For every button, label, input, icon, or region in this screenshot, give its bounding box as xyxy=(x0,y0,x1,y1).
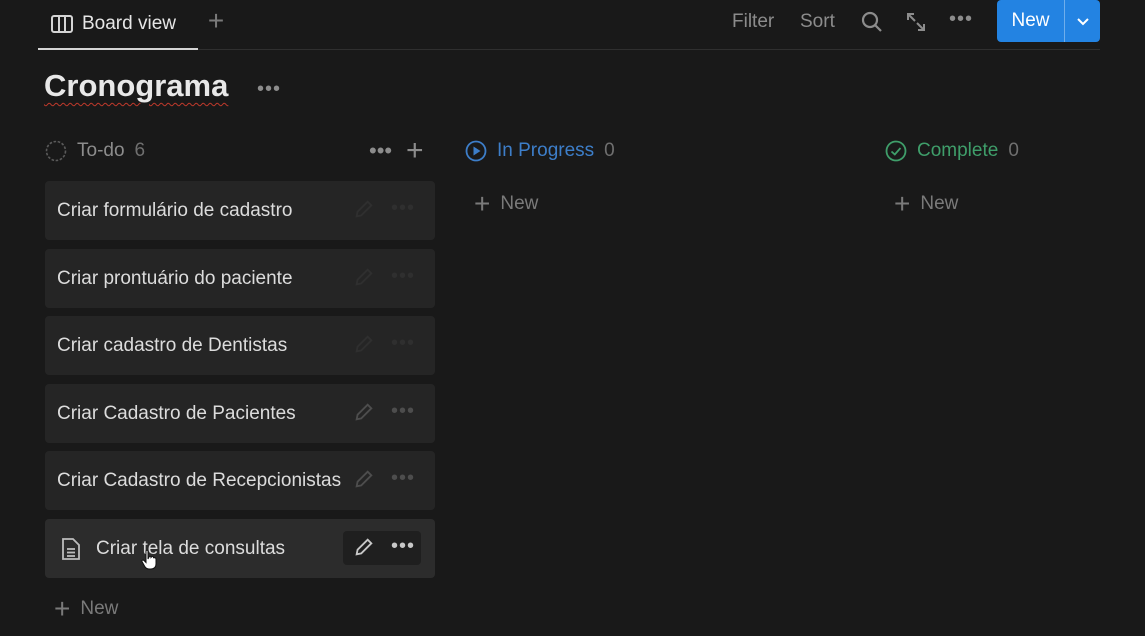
column-add-icon[interactable]: + xyxy=(406,134,424,168)
in-progress-status-icon xyxy=(465,140,487,162)
pencil-icon[interactable] xyxy=(353,536,375,558)
complete-status-icon xyxy=(885,140,907,162)
todo-status-icon xyxy=(45,140,67,162)
todo-new-button[interactable]: + New xyxy=(54,593,119,624)
column-more-icon[interactable]: ••• xyxy=(369,138,392,164)
column-header-in-progress[interactable]: In Progress 0 xyxy=(465,136,615,166)
page-title[interactable]: Cronograma xyxy=(44,68,228,104)
hand-cursor-icon xyxy=(141,549,157,570)
column-name: To-do xyxy=(77,140,125,161)
card-title: Criar cadastro de Dentistas xyxy=(57,335,288,356)
board-card[interactable]: Criar cadastro de Dentistas ••• xyxy=(45,316,435,375)
card-more-icon[interactable]: ••• xyxy=(391,535,415,558)
plus-icon: + xyxy=(474,188,491,219)
column-name: In Progress xyxy=(497,140,595,161)
board-view-icon xyxy=(51,15,73,33)
card-title: Criar tela de consultas xyxy=(96,538,286,559)
title-more-icon[interactable]: ••• xyxy=(257,78,281,101)
sort-button[interactable]: Sort xyxy=(800,11,835,33)
pencil-icon[interactable] xyxy=(353,401,375,423)
in-progress-new-button[interactable]: + New xyxy=(474,188,539,219)
column-count: 0 xyxy=(1008,140,1019,161)
tab-board-view[interactable]: Board view xyxy=(38,0,198,50)
plus-icon: + xyxy=(894,188,911,219)
expand-icon xyxy=(907,13,925,31)
column-header-todo[interactable]: To-do 6 xyxy=(45,136,145,166)
search-icon xyxy=(861,11,882,32)
board-card[interactable]: Criar tela de consultas ••• xyxy=(45,519,435,578)
column-count: 0 xyxy=(604,140,615,161)
plus-icon: + xyxy=(54,593,71,624)
column-count: 6 xyxy=(134,140,146,161)
card-more-icon[interactable]: ••• xyxy=(391,332,415,355)
filter-button[interactable]: Filter xyxy=(732,11,774,33)
new-button-label: New xyxy=(1011,10,1050,31)
expand-button[interactable] xyxy=(904,10,928,34)
card-title: Criar Cadastro de Recepcionistas xyxy=(57,470,342,491)
document-icon xyxy=(62,538,80,560)
new-label: New xyxy=(500,193,539,214)
card-more-icon[interactable]: ••• xyxy=(391,197,415,220)
new-button[interactable]: New xyxy=(997,0,1100,42)
pencil-icon[interactable] xyxy=(353,333,375,355)
complete-new-button[interactable]: + New xyxy=(894,188,959,219)
card-title: Criar formulário de cadastro xyxy=(57,200,293,221)
card-title: Criar Cadastro de Pacientes xyxy=(57,403,296,424)
card-more-icon[interactable]: ••• xyxy=(391,400,415,423)
card-more-icon[interactable]: ••• xyxy=(391,467,415,490)
pencil-icon[interactable] xyxy=(353,198,375,220)
board-card[interactable]: Criar formulário de cadastro ••• xyxy=(45,181,435,240)
board-card[interactable]: Criar Cadastro de Recepcionistas ••• xyxy=(45,451,435,510)
new-dropdown-button[interactable] xyxy=(1064,0,1100,42)
new-label: New xyxy=(920,193,959,214)
add-view-button[interactable]: + xyxy=(204,7,228,35)
card-more-icon[interactable]: ••• xyxy=(391,265,415,288)
column-header-complete[interactable]: Complete 0 xyxy=(885,136,1019,166)
pencil-icon[interactable] xyxy=(353,266,375,288)
new-label: New xyxy=(80,598,119,619)
view-toolbar: Board view + Filter Sort ••• New xyxy=(38,0,1100,50)
column-name: Complete xyxy=(917,140,999,161)
tab-board-view-label: Board view xyxy=(82,13,176,34)
search-button[interactable] xyxy=(860,10,884,34)
chevron-down-icon xyxy=(1076,18,1089,26)
board-card[interactable]: Criar prontuário do paciente ••• xyxy=(45,249,435,308)
board-card[interactable]: Criar Cadastro de Pacientes ••• xyxy=(45,384,435,443)
more-icon[interactable]: ••• xyxy=(949,8,973,32)
card-title: Criar prontuário do paciente xyxy=(57,268,293,289)
pencil-icon[interactable] xyxy=(353,468,375,490)
